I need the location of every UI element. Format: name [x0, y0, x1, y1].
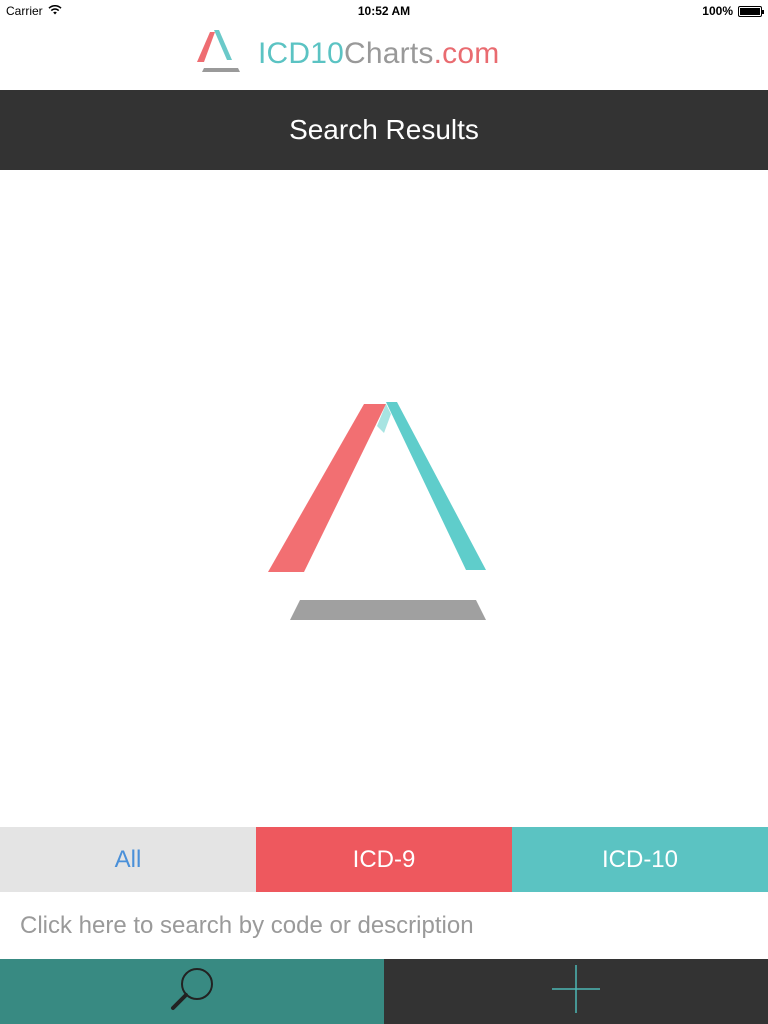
tab-icd9-label: ICD-9 — [352, 845, 416, 873]
brand-charts-text: Charts — [344, 36, 434, 70]
filter-tabs: All ICD-9 ICD-10 — [0, 827, 768, 892]
search-icon — [167, 966, 217, 1017]
brand-logo: ICD10Charts.com — [196, 28, 499, 79]
search-button[interactable] — [0, 959, 384, 1024]
search-row — [0, 892, 768, 959]
add-button[interactable] — [384, 959, 768, 1024]
status-time: 10:52 AM — [357, 4, 411, 18]
battery-fill — [740, 7, 760, 15]
placeholder-logo-icon — [264, 400, 494, 630]
tab-all-label: All — [114, 845, 142, 873]
tab-icd9[interactable]: ICD-9 — [256, 827, 512, 892]
app-header: ICD10Charts.com — [0, 22, 768, 90]
brand-dotcom-text: .com — [433, 36, 500, 70]
search-results-area — [0, 170, 768, 827]
battery-percent: 100% — [702, 4, 733, 18]
plus-icon — [550, 963, 602, 1020]
tab-all[interactable]: All — [0, 827, 256, 892]
tab-icd10[interactable]: ICD-10 — [512, 827, 768, 892]
page-title: Search Results — [289, 114, 479, 145]
bottom-toolbar — [0, 959, 768, 1024]
brand-icd-text: ICD10 — [258, 36, 345, 70]
battery-icon — [738, 5, 764, 17]
title-bar: Search Results — [0, 90, 768, 170]
status-bar: Carrier 10:52 AM 100% — [0, 0, 768, 22]
icd10charts-logo-icon — [196, 28, 244, 79]
search-input[interactable] — [20, 905, 760, 946]
tab-icd10-label: ICD-10 — [601, 845, 679, 873]
brand-name: ICD10Charts.com — [258, 37, 499, 71]
status-right: 100% — [702, 4, 764, 18]
